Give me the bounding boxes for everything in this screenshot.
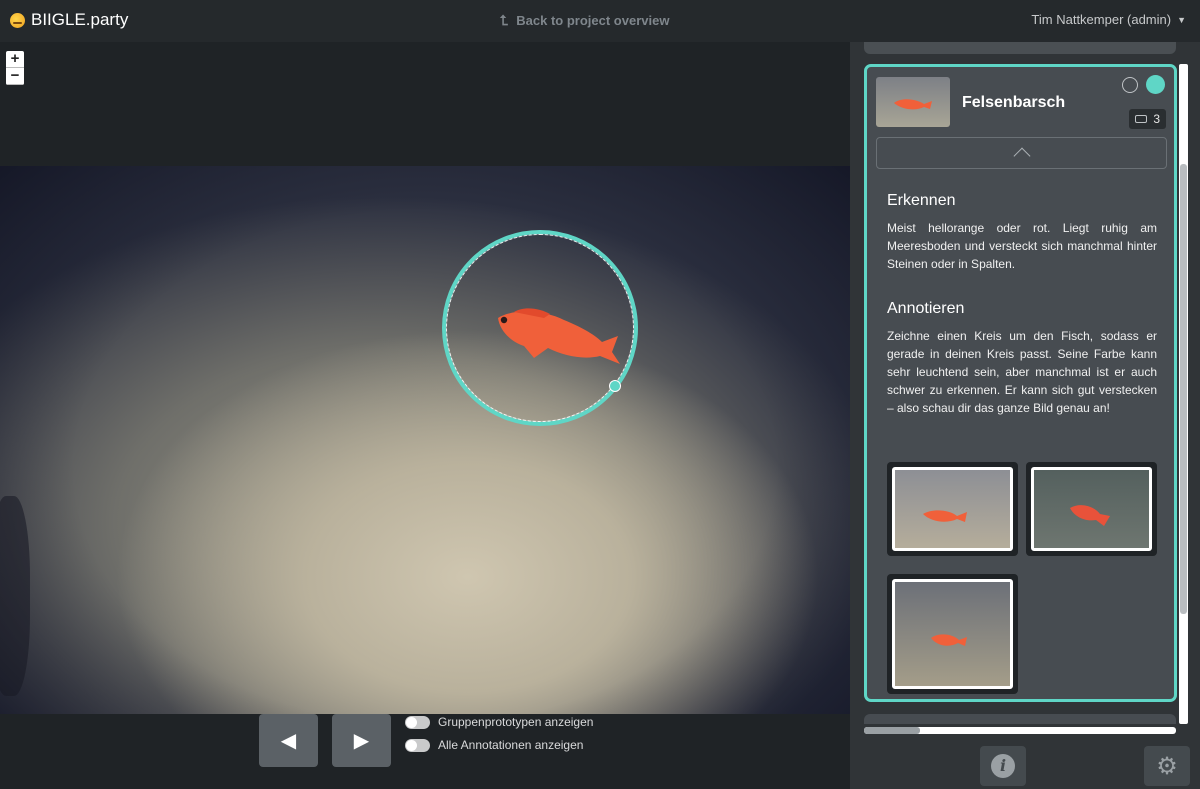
section-heading-erkennen: Erkennen xyxy=(887,192,956,209)
fish-example-icon xyxy=(931,634,967,646)
fish-example-icon xyxy=(923,510,967,522)
previous-image-button[interactable]: ◀ xyxy=(259,714,318,767)
section-heading-annotieren: Annotieren xyxy=(887,300,965,317)
chevron-up-icon xyxy=(1013,147,1030,165)
seafloor-image[interactable] xyxy=(0,166,850,714)
back-link-label: Back to project overview xyxy=(516,13,670,28)
toggle-all-annotations[interactable]: Alle Annotationen anzeigen xyxy=(405,738,583,752)
example-image-3[interactable] xyxy=(887,574,1018,694)
scrollbar-thumb[interactable] xyxy=(1180,164,1187,614)
section-text-annotieren: Zeichne einen Kreis um den Fisch, sodass… xyxy=(887,329,1157,415)
gear-icon: ⚙ xyxy=(1156,752,1178,780)
triangle-left-icon: ◀ xyxy=(280,730,297,752)
horizontal-scrollbar-thumb[interactable] xyxy=(864,727,920,734)
fish-example-icon xyxy=(1070,505,1110,526)
keyboard-icon xyxy=(1135,115,1148,123)
toggle-group-prototypes[interactable]: Gruppenprototypen anzeigen xyxy=(405,715,593,729)
label-sidebar: Felsenbarsch 3 Erkennen Meist hellorange… xyxy=(850,42,1200,789)
brand-name: BIIGLE.party xyxy=(31,10,129,29)
back-to-project-link[interactable]: ⮤ Back to project overview xyxy=(500,12,669,29)
info-button[interactable]: i xyxy=(980,746,1026,786)
info-icon: i xyxy=(991,754,1015,778)
radio-selected[interactable] xyxy=(1146,75,1165,94)
toggle-label: Alle Annotationen anzeigen xyxy=(438,738,584,752)
label-title: Felsenbarsch xyxy=(962,94,1066,111)
sidebar-scrollbar[interactable] xyxy=(1179,64,1188,724)
user-menu[interactable]: Tim Nattkemper (admin) ▼ xyxy=(1031,12,1186,27)
toggle-switch[interactable] xyxy=(405,738,430,752)
label-card-selected[interactable]: Felsenbarsch 3 Erkennen Meist hellorange… xyxy=(864,64,1177,702)
image-viewer: + − ◀ ▶ Gruppenprototypen anzeigen Alle … xyxy=(0,42,850,789)
radio-unselected[interactable] xyxy=(1122,77,1138,93)
toggle-label: Gruppenprototypen anzeigen xyxy=(438,715,594,729)
collapse-card-button[interactable] xyxy=(876,137,1167,169)
top-navbar: BIIGLE.party ⮤ Back to project overview … xyxy=(0,0,1200,42)
previous-card-stub[interactable] xyxy=(864,42,1176,54)
keyboard-shortcut-badge: 3 xyxy=(1129,109,1166,129)
example-image-1[interactable] xyxy=(887,462,1018,556)
horizontal-scrollbar[interactable] xyxy=(864,727,1176,734)
user-name: Tim Nattkemper (admin) xyxy=(1031,12,1172,27)
next-card-stub[interactable] xyxy=(864,714,1176,724)
brand-link[interactable]: BIIGLE.party xyxy=(10,10,128,30)
settings-button[interactable]: ⚙ xyxy=(1144,746,1190,786)
example-image-2[interactable] xyxy=(1026,462,1157,556)
image-vignette xyxy=(0,166,850,714)
section-text-erkennen: Meist hellorange oder rot. Liegt ruhig a… xyxy=(887,221,1157,271)
back-arrow-icon: ⮤ xyxy=(500,12,509,28)
zoom-out-button[interactable]: − xyxy=(6,68,24,85)
zoom-in-button[interactable]: + xyxy=(6,51,24,68)
shortcut-number: 3 xyxy=(1153,112,1160,126)
emoji-logo-icon xyxy=(10,12,25,28)
toggle-switch[interactable] xyxy=(405,715,430,729)
fish-thumbnail-icon xyxy=(894,99,932,110)
next-image-button[interactable]: ▶ xyxy=(332,714,391,767)
triangle-right-icon: ▶ xyxy=(353,730,370,752)
label-thumbnail xyxy=(876,77,950,127)
zoom-control: + − xyxy=(6,51,24,85)
caret-down-icon: ▼ xyxy=(1177,14,1186,25)
